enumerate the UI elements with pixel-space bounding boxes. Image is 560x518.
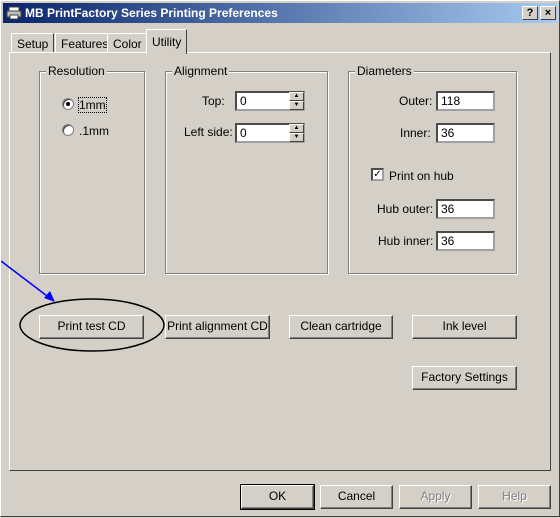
hub-outer-input[interactable]: 36 <box>436 199 495 219</box>
inner-input[interactable]: 36 <box>436 123 495 143</box>
alignment-group: Alignment Top: 0 ▲ ▼ Left side: 0 ▲ ▼ <box>165 64 328 274</box>
top-spinner[interactable]: ▲ ▼ <box>289 92 304 110</box>
tab-strip: Setup Features Color Utility <box>1 29 560 54</box>
cancel-button[interactable]: Cancel <box>320 485 393 509</box>
tab-setup[interactable]: Setup <box>11 33 55 53</box>
help-title-button[interactable]: ? <box>522 6 538 20</box>
resolution-01mm-label[interactable]: .1mm <box>79 124 109 138</box>
outer-label: Outer: <box>399 94 433 108</box>
apply-button[interactable]: Apply <box>399 485 472 509</box>
printing-preferences-window: MB PrintFactory Series Printing Preferen… <box>0 0 560 517</box>
resolution-01mm-radio[interactable] <box>62 124 74 136</box>
resolution-group: Resolution 1mm .1mm <box>39 64 145 274</box>
print-alignment-cd-button[interactable]: Print alignment CD <box>165 315 270 339</box>
tab-color[interactable]: Color <box>107 33 148 53</box>
ink-level-button[interactable]: Ink level <box>412 315 517 339</box>
left-side-label: Left side: <box>184 125 233 139</box>
close-icon[interactable]: × <box>540 6 556 20</box>
resolution-1mm-radio[interactable] <box>62 98 74 110</box>
diameters-group: Diameters Outer: 118 Inner: 36 ✓ Print o… <box>348 64 517 274</box>
tab-utility[interactable]: Utility <box>146 29 188 54</box>
spin-up-icon[interactable]: ▲ <box>289 92 304 101</box>
spin-down-icon[interactable]: ▼ <box>289 133 304 142</box>
print-on-hub-label[interactable]: Print on hub <box>389 169 454 183</box>
diameters-group-label: Diameters <box>355 64 414 78</box>
spin-down-icon[interactable]: ▼ <box>289 101 304 110</box>
hub-inner-label: Hub inner: <box>378 234 434 248</box>
title-bar: MB PrintFactory Series Printing Preferen… <box>3 3 557 23</box>
ok-button[interactable]: OK <box>240 484 315 510</box>
utility-panel: Resolution 1mm .1mm Alignment Top: 0 ▲ ▼… <box>9 52 551 471</box>
resolution-group-label: Resolution <box>46 64 107 78</box>
alignment-group-label: Alignment <box>172 64 230 78</box>
inner-label: Inner: <box>400 126 431 140</box>
clean-cartridge-button[interactable]: Clean cartridge <box>289 315 393 339</box>
hub-inner-input[interactable]: 36 <box>436 231 495 251</box>
hub-outer-label: Hub outer: <box>377 202 434 216</box>
spin-up-icon[interactable]: ▲ <box>289 124 304 133</box>
factory-settings-button[interactable]: Factory Settings <box>412 366 517 390</box>
printer-icon <box>6 6 22 20</box>
print-on-hub-checkbox[interactable]: ✓ <box>371 168 384 181</box>
print-test-cd-button[interactable]: Print test CD <box>39 315 144 339</box>
outer-input[interactable]: 118 <box>436 91 495 111</box>
window-title: MB PrintFactory Series Printing Preferen… <box>25 6 278 20</box>
resolution-1mm-label[interactable]: 1mm <box>78 97 107 113</box>
tab-features[interactable]: Features <box>55 33 115 53</box>
help-button[interactable]: Help <box>478 485 551 509</box>
left-side-spinner[interactable]: ▲ ▼ <box>289 124 304 142</box>
top-label: Top: <box>202 94 225 108</box>
